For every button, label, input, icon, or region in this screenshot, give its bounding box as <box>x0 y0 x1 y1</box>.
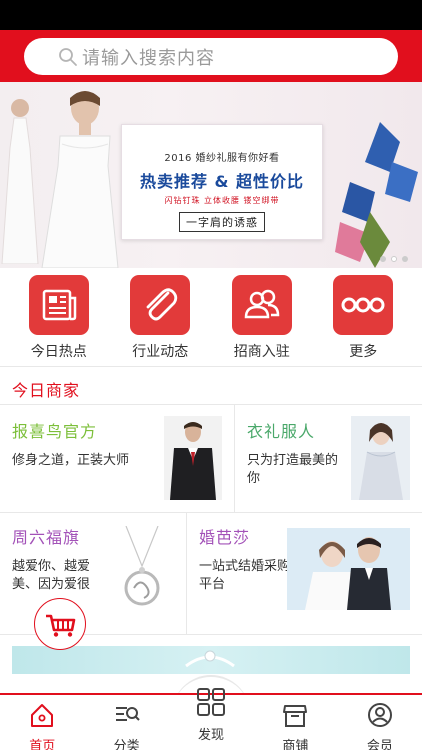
paperclip-icon <box>130 275 191 335</box>
flower-decoration <box>335 122 418 268</box>
merchant-desc: 一站式结婚采购平台 <box>199 559 291 592</box>
carousel-dot[interactable] <box>380 256 386 262</box>
more-dots-icon <box>333 275 394 335</box>
bottom-tab-bar: 首页 分类 发现 商铺 会员 <box>0 688 422 750</box>
promo-tagline: 一字肩的诱惑 <box>179 212 265 232</box>
bride-image <box>41 91 119 268</box>
status-bar <box>0 0 422 30</box>
header-bar: 请输入搜索内容 <box>0 30 422 82</box>
nav-label: 招商入驻 <box>233 344 290 360</box>
users-icon <box>231 275 292 335</box>
newspaper-icon <box>28 275 89 335</box>
merchant-card[interactable]: 报喜鸟官方 修身之道，正装大师 <box>0 404 234 512</box>
nav-label: 行业动态 <box>132 344 189 360</box>
grid-icon <box>197 688 226 716</box>
promo-headline: 热卖推荐 & 超性价比 <box>139 172 305 191</box>
tab-label: 发现 <box>198 728 225 743</box>
merchant-name: 婚芭莎 <box>199 528 251 547</box>
nav-item-hot-news[interactable]: 今日热点 <box>14 268 104 364</box>
promo-card: 2016 婚纱礼服有你好看 热卖推荐 & 超性价比 闪钻钉珠 立体收腰 镂空绑带… <box>121 124 323 240</box>
tab-category[interactable]: 分类 <box>84 695 168 750</box>
tab-label: 分类 <box>113 739 140 750</box>
merchant-card[interactable]: 婚芭莎 一站式结婚采购平台 <box>187 512 422 634</box>
section-title: 今日商家 <box>12 381 81 400</box>
nav-label: 更多 <box>349 344 378 360</box>
tab-label: 会员 <box>366 739 393 750</box>
merchant-image <box>124 526 160 606</box>
merchant-image <box>164 416 222 500</box>
promo-features: 闪钻钉珠 立体收腰 镂空绑带 <box>164 196 280 205</box>
promo-line1: 2016 婚纱礼服有你好看 <box>164 153 280 164</box>
nav-item-industry-news[interactable]: 行业动态 <box>115 268 205 364</box>
nav-label: 今日热点 <box>30 344 87 360</box>
tab-member[interactable]: 会员 <box>338 695 422 750</box>
category-icon <box>115 707 140 721</box>
merchant-name: 衣礼服人 <box>247 422 316 441</box>
user-icon <box>367 703 392 727</box>
search-input[interactable]: 请输入搜索内容 <box>24 38 398 75</box>
merchant-card[interactable]: 衣礼服人 只为打造最美的你 <box>235 404 422 512</box>
merchant-desc: 越爱你、越爱美、因为爱很 <box>12 559 91 592</box>
merchant-desc: 只为打造最美的你 <box>247 453 339 486</box>
tab-label: 商铺 <box>282 739 309 750</box>
ring-image <box>185 650 235 668</box>
carousel-dot-active[interactable] <box>391 256 397 262</box>
merchant-name: 报喜鸟官方 <box>12 422 98 441</box>
home-icon <box>31 704 54 727</box>
nav-item-investment[interactable]: 招商入驻 <box>217 268 307 364</box>
search-placeholder: 请输入搜索内容 <box>82 47 215 69</box>
tab-shop[interactable]: 商铺 <box>253 695 337 750</box>
promo-banner[interactable]: 2016 婚纱礼服有你好看 热卖推荐 & 超性价比 闪钻钉珠 立体收腰 镂空绑带… <box>0 82 422 268</box>
cart-button[interactable] <box>34 598 86 650</box>
tab-home[interactable]: 首页 <box>0 695 84 750</box>
quick-nav: 今日热点 行业动态 招商入驻 更多 <box>0 268 422 364</box>
cart-icon <box>46 614 76 637</box>
shop-icon <box>283 705 308 727</box>
tab-label: 首页 <box>29 739 56 750</box>
divider <box>0 366 422 367</box>
carousel-dots <box>380 256 408 262</box>
merchant-image <box>351 416 410 500</box>
nav-item-more[interactable]: 更多 <box>318 268 408 364</box>
merchant-name: 周六福旗 <box>12 528 81 547</box>
merchant-card[interactable]: 周六福旗 越爱你、越爱美、因为爱很 <box>0 512 186 634</box>
ad-banner[interactable] <box>12 646 410 674</box>
merchant-image <box>287 528 410 610</box>
merchant-desc: 修身之道，正装大师 <box>12 453 130 468</box>
tab-discover[interactable]: 发现 <box>169 688 253 750</box>
search-icon <box>59 48 77 66</box>
carousel-dot[interactable] <box>402 256 408 262</box>
